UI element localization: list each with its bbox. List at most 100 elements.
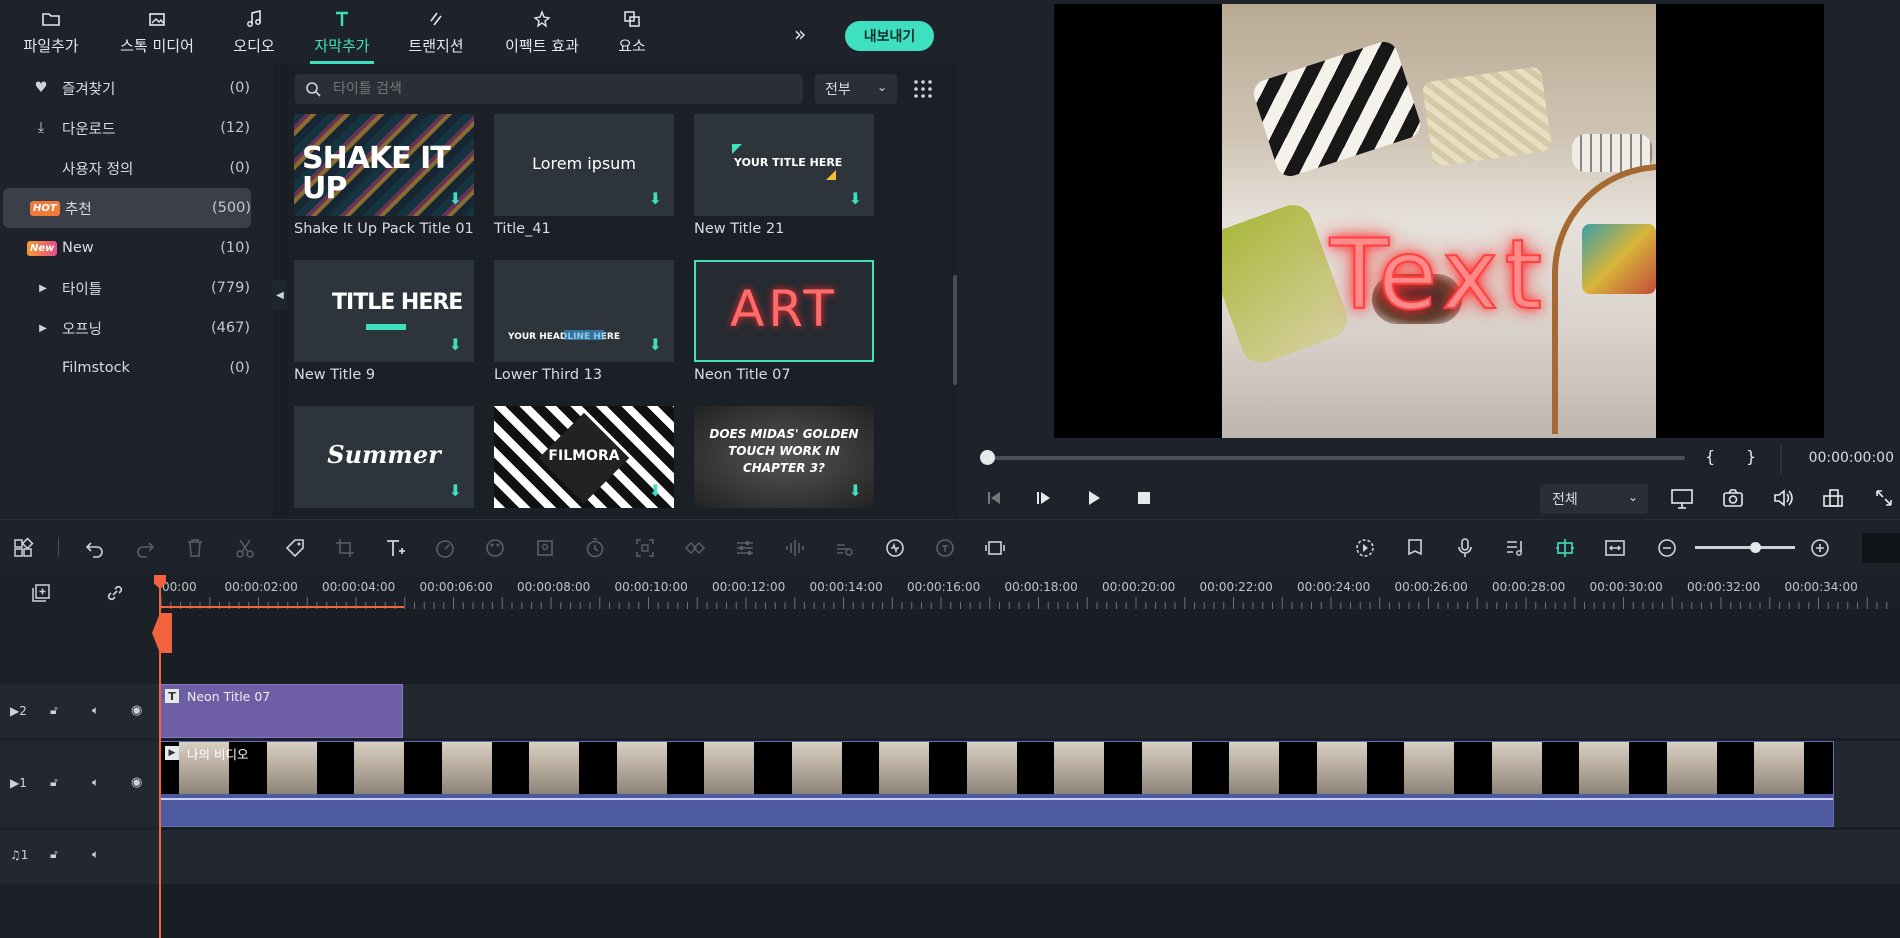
- keyframe-icon[interactable]: [682, 535, 708, 561]
- download-icon[interactable]: ⬇: [449, 335, 462, 354]
- seek-bar[interactable]: [983, 456, 1685, 460]
- tab-elements[interactable]: 요소: [614, 0, 650, 64]
- title-card[interactable]: FILMORA ⬇: [494, 406, 674, 508]
- tab-audio[interactable]: 오디오: [230, 0, 278, 64]
- play-next-frame-icon[interactable]: [1036, 490, 1052, 506]
- title-card[interactable]: Summer ⬇: [294, 406, 474, 508]
- title-card[interactable]: YOUR HEADLINE HERE ⬇ Lower Third 13: [494, 260, 674, 383]
- tag-icon[interactable]: [282, 535, 308, 561]
- tab-import[interactable]: 파일추가: [18, 0, 84, 64]
- expand-arrow-icon[interactable]: ▶: [34, 283, 52, 294]
- download-icon[interactable]: ⬇: [649, 189, 662, 208]
- microphone-icon[interactable]: [1452, 535, 1478, 561]
- duration-icon[interactable]: [582, 535, 608, 561]
- link-icon[interactable]: [104, 582, 126, 608]
- download-icon[interactable]: ⬇: [849, 481, 862, 500]
- search-box[interactable]: [295, 74, 803, 104]
- more-tabs-icon[interactable]: »: [794, 22, 806, 46]
- title-card[interactable]: Lorem ipsum ⬇ Title_41: [494, 114, 674, 237]
- sidebar-item-new[interactable]: New New (10): [0, 228, 273, 268]
- sidebar-item-openings[interactable]: ▶ 오프닝 (467): [0, 308, 273, 348]
- color-palette-icon[interactable]: [482, 535, 508, 561]
- title-card[interactable]: SHAKE IT UP ⬇ Shake It Up Pack Title 01: [294, 114, 474, 237]
- video-clip[interactable]: ▶ 나의 비디오: [160, 741, 1834, 827]
- browser-scrollbar[interactable]: [953, 275, 957, 385]
- audio-waveform-icon[interactable]: [782, 535, 808, 561]
- sidebar-item-filmstock[interactable]: Filmstock (0): [0, 348, 273, 388]
- mute-speaker-icon[interactable]: 🔈︎: [92, 775, 99, 790]
- tab-stock-media[interactable]: 스톡 미디어: [114, 0, 200, 64]
- download-icon[interactable]: ⬇: [849, 189, 862, 208]
- title-card[interactable]: ART Neon Title 07: [694, 260, 874, 383]
- sidebar-item-favorites[interactable]: ♥ 즐겨찾기 (0): [0, 68, 273, 108]
- tab-effects[interactable]: 이펙트 효과: [500, 0, 584, 64]
- stop-icon[interactable]: [1136, 490, 1152, 506]
- visibility-eye-icon[interactable]: ◉: [131, 775, 142, 790]
- play-icon[interactable]: [1086, 490, 1102, 506]
- download-icon[interactable]: ⬇: [449, 481, 462, 500]
- seek-handle[interactable]: [980, 450, 995, 465]
- title-card[interactable]: TITLE HERE ⬇ New Title 9: [294, 260, 474, 383]
- preview-quality-dropdown[interactable]: 전체 ⌄: [1540, 484, 1648, 514]
- lock-icon[interactable]: 🔓︎: [50, 703, 58, 718]
- redo-icon[interactable]: [132, 535, 158, 561]
- sidebar-item-titles[interactable]: ▶ 타이틀 (779): [0, 268, 273, 308]
- visibility-eye-icon[interactable]: ◉: [131, 703, 142, 718]
- search-input[interactable]: [333, 78, 793, 100]
- layout-icon[interactable]: [10, 535, 36, 561]
- zoom-slider-handle[interactable]: [1750, 542, 1761, 553]
- snap-icon[interactable]: [1552, 535, 1578, 561]
- snapshot-camera-icon[interactable]: [1722, 488, 1744, 508]
- zoom-to-fit-icon[interactable]: [632, 535, 658, 561]
- fit-timeline-icon[interactable]: [1602, 535, 1628, 561]
- stabilize-icon[interactable]: [532, 535, 558, 561]
- audio-mixer-icon[interactable]: [832, 535, 858, 561]
- fullscreen-icon[interactable]: [1874, 488, 1894, 508]
- neon-text-overlay[interactable]: Text: [1222, 218, 1656, 332]
- voiceover-list-icon[interactable]: [1502, 535, 1528, 561]
- auto-subtitle-icon[interactable]: [932, 535, 958, 561]
- sidebar-item-recommended[interactable]: HOT 추천 (500): [3, 188, 251, 228]
- mark-in-button[interactable]: {: [1705, 447, 1715, 466]
- filter-dropdown[interactable]: 전부 ⌄: [815, 74, 897, 104]
- work-area-bar[interactable]: [160, 606, 404, 608]
- zoom-out-icon[interactable]: [1654, 535, 1680, 561]
- mute-speaker-icon[interactable]: 🔈︎: [92, 703, 99, 718]
- aspect-ratio-icon[interactable]: [1822, 488, 1844, 508]
- frame-icon[interactable]: [982, 535, 1008, 561]
- download-icon[interactable]: ⬇: [649, 335, 662, 354]
- add-track-icon[interactable]: [30, 582, 52, 608]
- delete-icon[interactable]: [182, 535, 208, 561]
- crop-icon[interactable]: [332, 535, 358, 561]
- title-card[interactable]: DOES MIDAS' GOLDEN TOUCH WORK IN CHAPTER…: [694, 406, 874, 508]
- volume-icon[interactable]: [1772, 488, 1794, 508]
- panel-toggle[interactable]: [1862, 533, 1900, 563]
- display-settings-icon[interactable]: [1670, 488, 1694, 510]
- zoom-in-icon[interactable]: [1807, 535, 1833, 561]
- collapse-sidebar-icon[interactable]: ◀: [273, 280, 287, 310]
- adjust-icon[interactable]: [732, 535, 758, 561]
- zoom-slider-track[interactable]: [1695, 546, 1795, 549]
- mute-speaker-icon[interactable]: 🔈︎: [92, 847, 99, 862]
- download-icon[interactable]: ⬇: [649, 481, 662, 500]
- tab-titles[interactable]: 자막추가: [310, 0, 374, 64]
- tab-transitions[interactable]: 트랜지션: [404, 0, 468, 64]
- speed-icon[interactable]: [432, 535, 458, 561]
- grid-view-icon[interactable]: [912, 78, 934, 100]
- mark-out-button[interactable]: }: [1746, 447, 1756, 466]
- cut-icon[interactable]: [232, 535, 258, 561]
- undo-icon[interactable]: [82, 535, 108, 561]
- lock-icon[interactable]: 🔓︎: [50, 847, 58, 862]
- scene-detect-icon[interactable]: [882, 535, 908, 561]
- sidebar-item-custom[interactable]: 사용자 정의 (0): [0, 148, 273, 188]
- title-card[interactable]: YOUR TITLE HERE ⬇ New Title 21: [694, 114, 874, 237]
- expand-arrow-icon[interactable]: ▶: [34, 323, 52, 334]
- download-icon[interactable]: ⬇: [449, 189, 462, 208]
- render-preview-icon[interactable]: [1352, 535, 1378, 561]
- add-text-icon[interactable]: [382, 535, 408, 561]
- previous-frame-icon[interactable]: [986, 490, 1002, 506]
- lock-icon[interactable]: 🔓︎: [50, 775, 58, 790]
- marker-icon[interactable]: [1402, 535, 1428, 561]
- title-clip[interactable]: T Neon Title 07: [160, 684, 403, 738]
- export-button[interactable]: 내보내기: [845, 21, 934, 51]
